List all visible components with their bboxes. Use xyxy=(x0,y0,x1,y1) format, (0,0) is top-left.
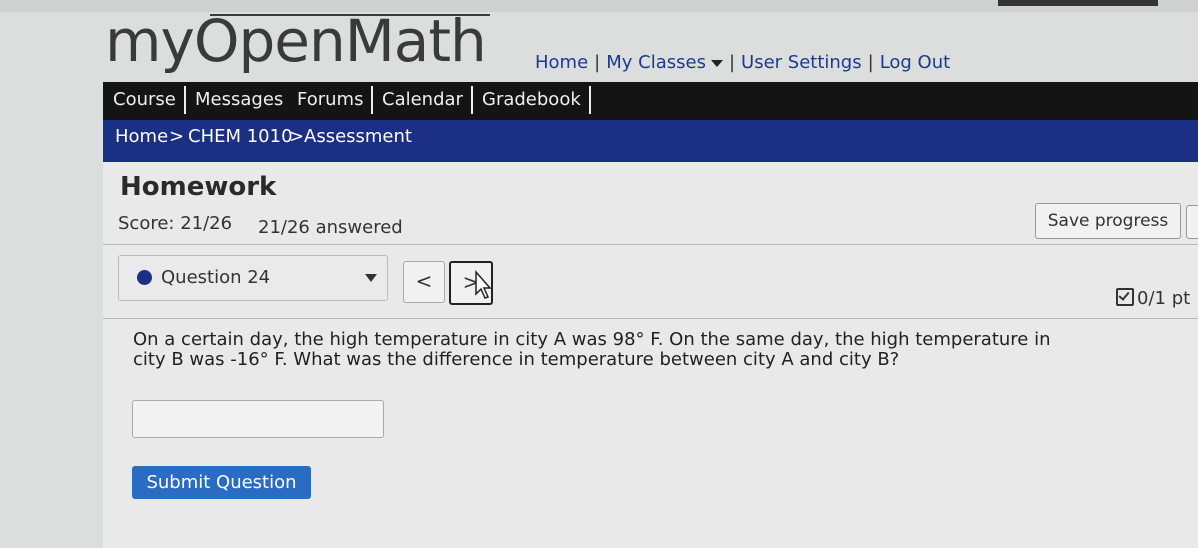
points-indicator: 0/1 pt xyxy=(1116,288,1190,309)
checkbox-icon xyxy=(1116,288,1134,306)
chevron-down-icon xyxy=(710,59,723,67)
breadcrumb-course[interactable]: CHEM 1010 xyxy=(188,126,293,147)
nav-my-classes-link[interactable]: My Classes xyxy=(606,52,723,73)
answered-count: 21/26 answered xyxy=(258,217,403,238)
nav-home-link[interactable]: Home xyxy=(535,52,588,73)
nav-separator: | xyxy=(594,52,601,73)
nav-log-out-link[interactable]: Log Out xyxy=(880,52,951,73)
top-nav: Home | My Classes | User Settings | Log Out xyxy=(535,52,950,73)
score-text: Score: 21/26 xyxy=(118,213,233,234)
tab-forums[interactable]: Forums xyxy=(289,86,374,114)
nav-separator: | xyxy=(867,52,874,73)
tab-messages[interactable]: Messages xyxy=(187,86,294,114)
divider xyxy=(103,244,1198,245)
secondary-button[interactable] xyxy=(1186,205,1198,239)
tab-calendar[interactable]: Calendar xyxy=(374,86,473,114)
previous-question-button[interactable]: < xyxy=(403,261,445,303)
save-progress-button[interactable]: Save progress xyxy=(1035,203,1181,239)
nav-separator: | xyxy=(728,52,736,73)
question-select[interactable]: Question 24 xyxy=(118,255,388,301)
nav-my-classes-label: My Classes xyxy=(606,52,706,73)
breadcrumb-current: Assessment xyxy=(304,126,412,147)
answer-input[interactable] xyxy=(132,400,384,438)
breadcrumb-separator: > xyxy=(169,126,185,147)
course-tab-bar: Course Messages Forums Calendar Gradeboo… xyxy=(103,82,1198,120)
page-title: Homework xyxy=(120,172,277,202)
question-text: On a certain day, the high temperature i… xyxy=(133,329,1051,370)
mouse-cursor-icon xyxy=(475,270,492,299)
breadcrumb: Home > CHEM 1010 > Assessment xyxy=(103,120,1198,162)
nav-user-settings-link[interactable]: User Settings xyxy=(741,52,862,73)
breadcrumb-separator: > xyxy=(289,126,305,147)
points-value: 0/1 pt xyxy=(1137,288,1191,309)
question-status-dot-icon xyxy=(137,270,152,285)
chevron-down-icon xyxy=(365,274,377,282)
tab-gradebook[interactable]: Gradebook xyxy=(474,86,591,114)
myopenmath-logo[interactable]: myOpenMath xyxy=(105,6,487,76)
divider xyxy=(103,318,1198,319)
submit-question-button[interactable]: Submit Question xyxy=(132,466,311,499)
logo-overline xyxy=(210,14,490,16)
tab-course[interactable]: Course xyxy=(105,86,186,114)
question-select-label: Question 24 xyxy=(161,267,271,288)
bezel-bar xyxy=(998,0,1158,6)
breadcrumb-home[interactable]: Home xyxy=(115,126,168,147)
